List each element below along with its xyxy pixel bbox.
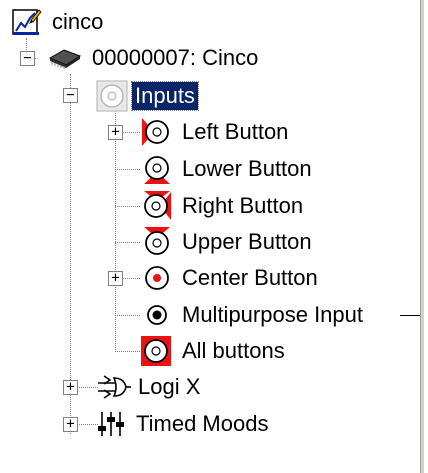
expand-toggle[interactable]: + <box>63 380 78 395</box>
scroll-edge <box>420 0 424 473</box>
tree-node-center-button[interactable]: Center Button <box>140 261 318 295</box>
tree-node-timed-moods[interactable]: Timed Moods <box>96 407 268 441</box>
tree-node-label: Left Button <box>182 119 289 144</box>
multipurpose-input-icon <box>140 299 172 331</box>
tree-node-lower-button[interactable]: Lower Button <box>140 152 312 186</box>
expand-toggle[interactable]: + <box>108 271 123 286</box>
tree-node-label: Center Button <box>182 265 318 290</box>
sliders-icon <box>96 409 126 439</box>
all-buttons-icon <box>140 335 172 367</box>
tree-node-root[interactable]: cinco <box>12 5 103 39</box>
tree-node-label: Inputs <box>131 81 199 111</box>
callout-line <box>400 315 420 316</box>
tree-line <box>115 110 116 350</box>
upper-button-icon <box>140 226 172 258</box>
logic-gate-icon <box>96 372 132 402</box>
expand-toggle[interactable]: + <box>108 125 123 140</box>
tree-line <box>115 242 140 243</box>
tree-node-device[interactable]: 00000007: Cinco <box>44 41 258 75</box>
center-button-icon <box>140 262 172 294</box>
tree-node-label: Logi X <box>138 374 201 399</box>
tree-node-label: All buttons <box>182 338 285 363</box>
inputs-icon <box>96 80 128 112</box>
tree-node-right-button[interactable]: Right Button <box>140 189 303 223</box>
tree-node-label: Right Button <box>182 193 304 218</box>
left-button-icon <box>140 116 172 148</box>
edit-pencil-icon <box>12 7 42 37</box>
tree-node-multipurpose-input[interactable]: Multipurpose Input <box>140 298 363 332</box>
tree-node-label: Timed Moods <box>136 411 269 436</box>
collapse-toggle[interactable]: − <box>20 51 35 66</box>
tree-line <box>115 315 140 316</box>
tree-node-label: Upper Button <box>182 229 312 254</box>
tree-line <box>115 351 140 352</box>
tree-line <box>115 169 140 170</box>
tree-node-upper-button[interactable]: Upper Button <box>140 225 312 259</box>
tree-node-label: Multipurpose Input <box>182 302 363 327</box>
tree-node-inputs[interactable]: Inputs <box>96 79 199 113</box>
tree-node-left-button[interactable]: Left Button <box>140 115 288 149</box>
tree-node-all-buttons[interactable]: All buttons <box>140 334 285 368</box>
lower-button-icon <box>140 153 172 185</box>
tree-view[interactable]: cinco − 00000007: Cinco − Inputs + Left … <box>0 0 420 473</box>
tree-node-label: cinco <box>52 9 104 34</box>
collapse-toggle[interactable]: − <box>63 88 78 103</box>
right-button-icon <box>140 190 172 222</box>
chip-icon <box>44 46 84 70</box>
tree-node-label: 00000007: Cinco <box>92 45 259 70</box>
tree-node-logix[interactable]: Logi X <box>96 370 200 404</box>
expand-toggle[interactable]: + <box>63 417 78 432</box>
tree-node-label: Lower Button <box>182 156 312 181</box>
tree-line <box>115 206 140 207</box>
